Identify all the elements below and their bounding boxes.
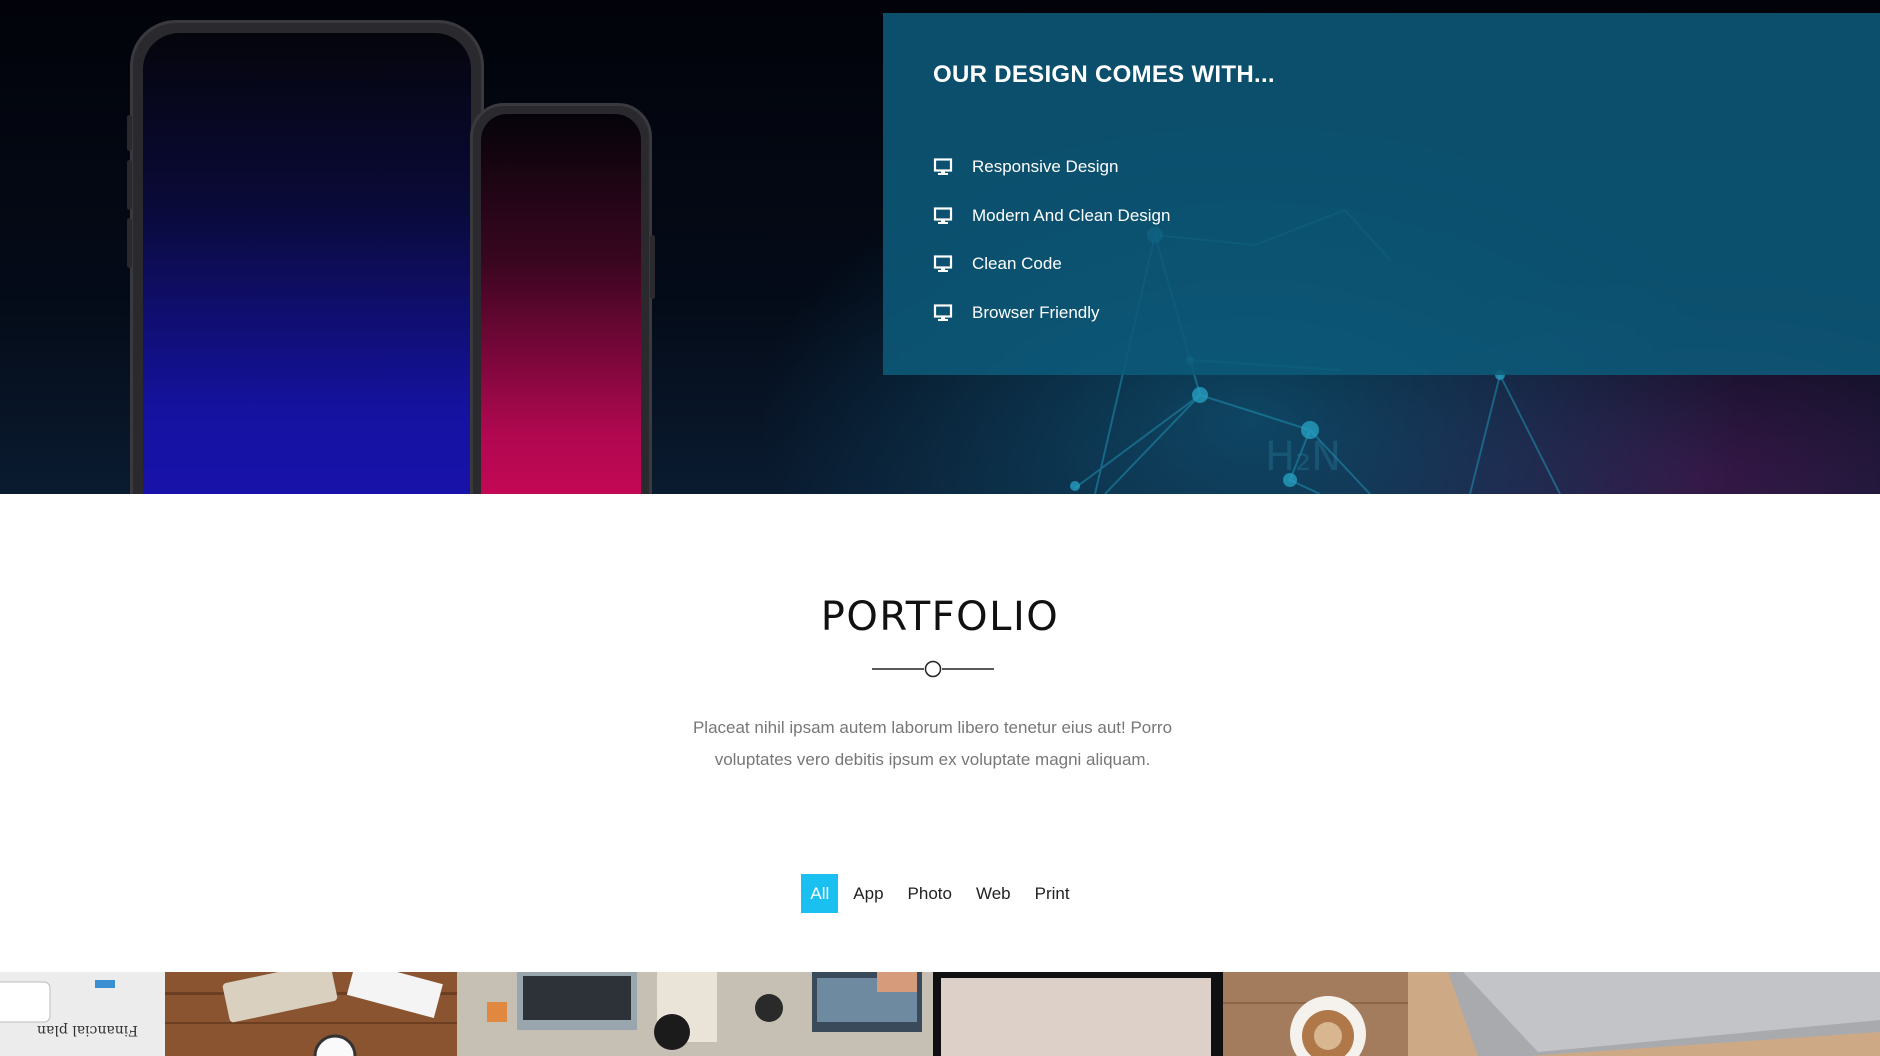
monitor-icon — [933, 303, 953, 323]
monitor-icon — [933, 206, 953, 226]
features-title: OUR DESIGN COMES WITH... — [933, 61, 1275, 88]
portfolio-item[interactable] — [1223, 972, 1408, 1056]
portfolio-item[interactable]: Financial plan — [0, 972, 165, 1056]
phone-side-button — [127, 115, 132, 151]
portfolio-thumbnail — [165, 972, 457, 1056]
svg-text:H₂N: H₂N — [1265, 434, 1341, 480]
features-hero-section: H₂N OUR DESIGN COMES WITH... Responsive … — [0, 0, 1880, 494]
feature-label: Browser Friendly — [972, 302, 1100, 322]
phone-screen-pink — [481, 114, 641, 494]
feature-item: Modern And Clean Design — [933, 192, 1170, 241]
thumbnail-caption: Financial plan — [37, 1022, 138, 1038]
portfolio-grid: Financial plan — [0, 972, 1880, 1056]
feature-item: Browser Friendly — [933, 289, 1170, 338]
feature-label: Modern And Clean Design — [972, 205, 1171, 225]
feature-label: Clean Code — [972, 254, 1062, 274]
filter-photo[interactable]: Photo — [899, 874, 961, 913]
portfolio-thumbnail — [1223, 972, 1408, 1056]
phone-side-button — [127, 218, 132, 268]
phone-mockup-large — [130, 20, 484, 494]
portfolio-section: PORTFOLIO Placeat nihil ipsam autem labo… — [0, 494, 1880, 972]
phone-screen-blue — [143, 33, 471, 494]
phone-mockup-small — [470, 103, 652, 494]
filter-all[interactable]: All — [801, 874, 839, 913]
feature-item: Clean Code — [933, 240, 1170, 289]
portfolio-filters: All App Photo Web Print — [0, 874, 1880, 913]
phone-side-button — [127, 160, 132, 210]
portfolio-item[interactable] — [165, 972, 457, 1056]
phone-side-button — [650, 235, 655, 299]
feature-item: Responsive Design — [933, 143, 1170, 192]
monitor-icon — [933, 254, 953, 274]
filter-print[interactable]: Print — [1026, 874, 1079, 913]
features-list: Responsive Design Modern And Clean Desig… — [933, 143, 1170, 337]
feature-label: Responsive Design — [972, 157, 1119, 177]
portfolio-thumbnail: Financial plan — [0, 972, 165, 1056]
portfolio-thumbnail — [457, 972, 933, 1056]
portfolio-item[interactable] — [933, 972, 1223, 1056]
portfolio-thumbnail — [1408, 972, 1880, 1056]
portfolio-description-line: voluptates vero debitis ipsum ex volupta… — [714, 750, 1151, 769]
portfolio-item[interactable] — [457, 972, 933, 1056]
filter-web[interactable]: Web — [967, 874, 1020, 913]
portfolio-thumbnail — [933, 972, 1223, 1056]
title-divider — [872, 660, 994, 678]
portfolio-item[interactable] — [1408, 972, 1880, 1056]
portfolio-description: Placeat nihil ipsam autem laborum libero… — [640, 712, 1225, 776]
features-panel: OUR DESIGN COMES WITH... Responsive Desi… — [883, 13, 1880, 375]
monitor-icon — [933, 157, 953, 177]
portfolio-title: PORTFOLIO — [820, 594, 1060, 640]
filter-app[interactable]: App — [844, 874, 892, 913]
portfolio-description-line: Placeat nihil ipsam autem laborum libero… — [692, 718, 1173, 737]
